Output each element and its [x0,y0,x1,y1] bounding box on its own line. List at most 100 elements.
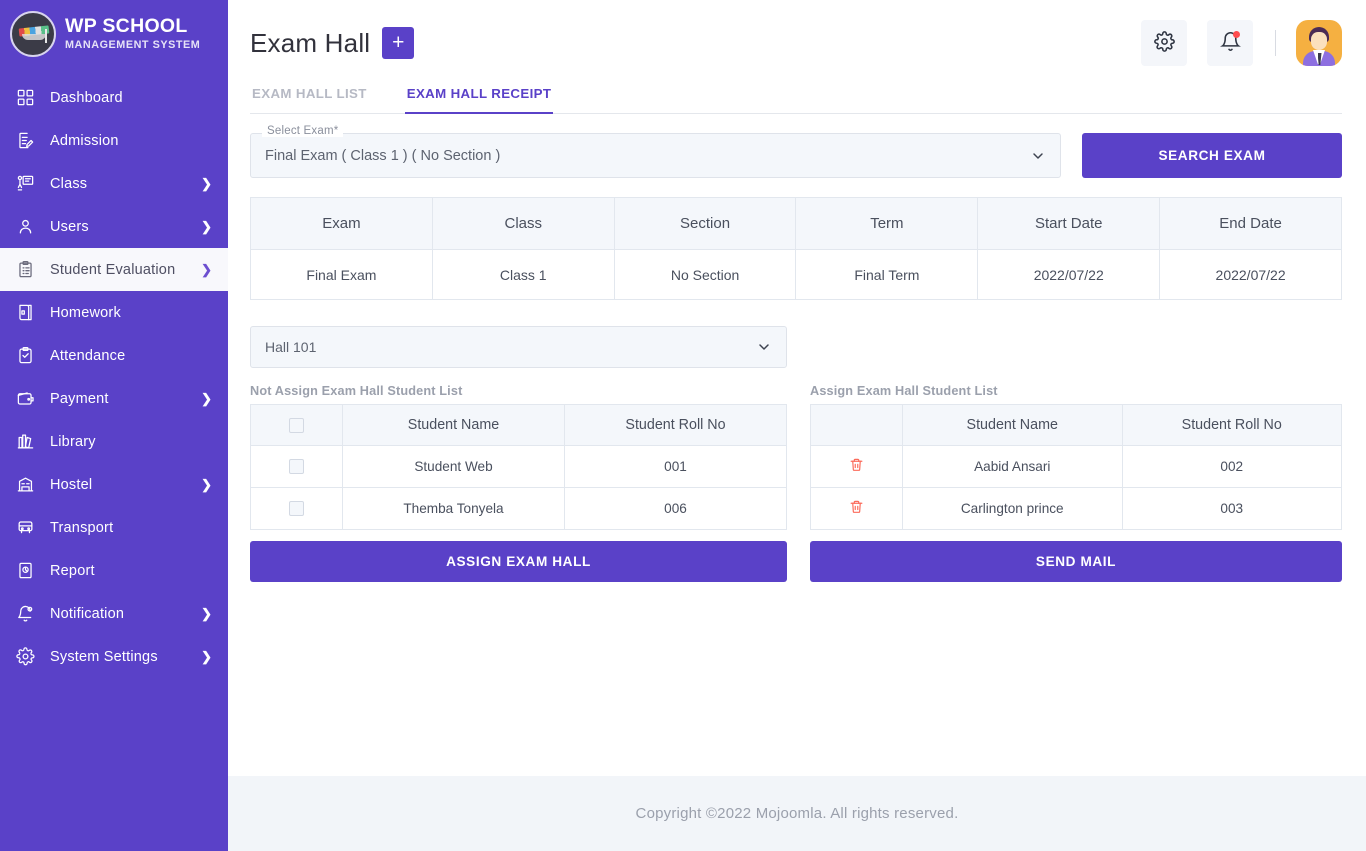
sidebar-item-label: Hostel [50,476,93,493]
exam-cell: 2022/07/22 [977,249,1161,300]
not-assigned-title: Not Assign Exam Hall Student List [250,384,463,398]
add-exam-hall-button[interactable]: + [382,27,415,59]
sidebar-item-hostel[interactable]: Hostel ❯ [0,463,228,506]
not-assigned-panel: Not Assign Exam Hall Student List Studen… [250,384,787,582]
sidebar-item-label: Admission [50,132,119,149]
assigned-panel: Assign Exam Hall Student List Student Na… [810,384,1342,582]
gear-icon [14,646,36,668]
sidebar-item-admission[interactable]: Admission [0,119,228,162]
sidebar-item-student-evaluation[interactable]: Student Evaluation ❯ [0,248,228,291]
assign-exam-hall-button[interactable]: ASSIGN EXAM HALL [250,541,787,582]
student-name-cell: Student Web [342,445,565,488]
assigned-table: Student Name Student Roll No Aabid Ansar… [810,404,1342,530]
trash-icon[interactable] [849,457,864,473]
table-header-row: Student Name Student Roll No [250,404,787,446]
sidebar-nav: Dashboard Admission Class ❯ Users ❯ Student Ev… [0,76,228,678]
chevron-right-icon: ❯ [201,649,212,664]
main-area: Exam Hall + EXAM HALL LIST EXAM HALL REC… [228,0,1366,851]
exam-col-start-date: Start Date [977,197,1161,250]
checkbox-icon[interactable] [289,417,304,433]
sidebar-item-homework[interactable]: Homework [0,291,228,334]
table-row: Aabid Ansari 002 [810,445,1342,488]
brand-subtitle: MANAGEMENT SYSTEM [65,38,201,51]
sidebar-item-transport[interactable]: Transport [0,506,228,549]
sidebar-item-notification[interactable]: Notification ❯ [0,592,228,635]
student-name-cell: Carlington prince [902,487,1123,530]
col-student-name: Student Name [342,404,565,446]
bell-icon [14,603,36,625]
sidebar-item-label: Users [50,218,89,235]
building-icon [14,474,36,496]
col-student-name: Student Name [902,404,1123,446]
exam-details-table: Exam Class Section Term Start Date End Date F… [250,197,1342,300]
exam-cell: Class 1 [431,249,615,300]
sidebar-item-label: Student Evaluation [50,261,176,278]
settings-button[interactable] [1141,20,1187,66]
books-icon [14,431,36,453]
select-exam-dropdown[interactable]: Final Exam ( Class 1 ) ( No Section ) [250,133,1061,178]
notifications-button[interactable] [1207,20,1253,66]
sidebar-item-system-settings[interactable]: System Settings ❯ [0,635,228,678]
graduation-cap-logo-icon [10,11,56,57]
checkbox-icon[interactable] [289,501,304,517]
chevron-down-icon [756,339,772,355]
col-student-roll: Student Roll No [564,404,787,446]
page-title: Exam Hall [250,27,371,58]
tab-exam-hall-list[interactable]: EXAM HALL LIST [250,86,369,114]
chevron-right-icon: ❯ [201,606,212,621]
sidebar-item-users[interactable]: Users ❯ [0,205,228,248]
table-row: Final Exam Class 1 No Section Final Term 202… [250,249,1342,300]
sidebar-item-label: Dashboard [50,89,123,106]
search-row: Final Exam ( Class 1 ) ( No Section ) Se… [250,125,1342,178]
checkbox-icon[interactable] [289,459,304,475]
classroom-board-icon [14,173,36,195]
select-exam-value: Final Exam ( Class 1 ) ( No Section ) [265,147,501,164]
exam-cell: Final Term [795,249,979,300]
sidebar-item-attendance[interactable]: Attendance [0,334,228,377]
search-exam-button[interactable]: SEARCH EXAM [1082,133,1342,178]
trash-icon[interactable] [849,499,864,515]
row-delete-cell [810,487,903,530]
send-mail-button[interactable]: SEND MAIL [810,541,1342,582]
student-roll-cell: 006 [564,487,787,530]
chevron-right-icon: ❯ [201,477,212,492]
sidebar-item-class[interactable]: Class ❯ [0,162,228,205]
row-select-cell [250,445,343,488]
sidebar-item-label: Attendance [50,347,126,364]
copyright-text: Copyright ©2022 Mojoomla. All rights res… [635,805,959,822]
hall-select-dropdown[interactable]: Hall 101 [250,326,787,368]
sidebar-item-label: Transport [50,519,114,536]
not-assigned-table: Student Name Student Roll No Student Web… [250,404,787,530]
sidebar-item-dashboard[interactable]: Dashboard [0,76,228,119]
exam-col-end-date: End Date [1159,197,1342,250]
assigned-title: Assign Exam Hall Student List [810,384,998,398]
student-lists: Not Assign Exam Hall Student List Studen… [250,384,1342,582]
page-content: EXAM HALL LIST EXAM HALL RECEIPT Final Ex… [228,86,1366,776]
avatar[interactable] [1296,20,1342,66]
sidebar-item-library[interactable]: Library [0,420,228,463]
divider [1275,30,1276,56]
student-roll-cell: 002 [1121,445,1342,488]
topbar: Exam Hall + [228,0,1366,86]
gear-icon [1153,31,1175,55]
user-icon [14,216,36,238]
exam-table-header-row: Exam Class Section Term Start Date End Date [250,197,1342,250]
exam-cell: Final Exam [250,249,433,300]
bus-icon [14,517,36,539]
app-root: WP SCHOOL MANAGEMENT SYSTEM Dashboard Adm… [0,0,1366,851]
sidebar-item-label: Library [50,433,96,450]
brand-logo-block[interactable]: WP SCHOOL MANAGEMENT SYSTEM [0,0,228,70]
topbar-actions [1121,20,1342,66]
clipboard-check-icon [14,345,36,367]
exam-col-term: Term [795,197,979,250]
tab-exam-hall-receipt[interactable]: EXAM HALL RECEIPT [404,86,554,114]
sidebar-item-label: System Settings [50,648,158,665]
exam-col-exam: Exam [250,197,433,250]
chevron-right-icon: ❯ [201,262,212,277]
sidebar: WP SCHOOL MANAGEMENT SYSTEM Dashboard Adm… [0,0,228,851]
report-page-icon [14,560,36,582]
sidebar-item-report[interactable]: Report [0,549,228,592]
sidebar-item-payment[interactable]: Payment ❯ [0,377,228,420]
document-edit-icon [14,130,36,152]
sidebar-item-label: Notification [50,605,125,622]
